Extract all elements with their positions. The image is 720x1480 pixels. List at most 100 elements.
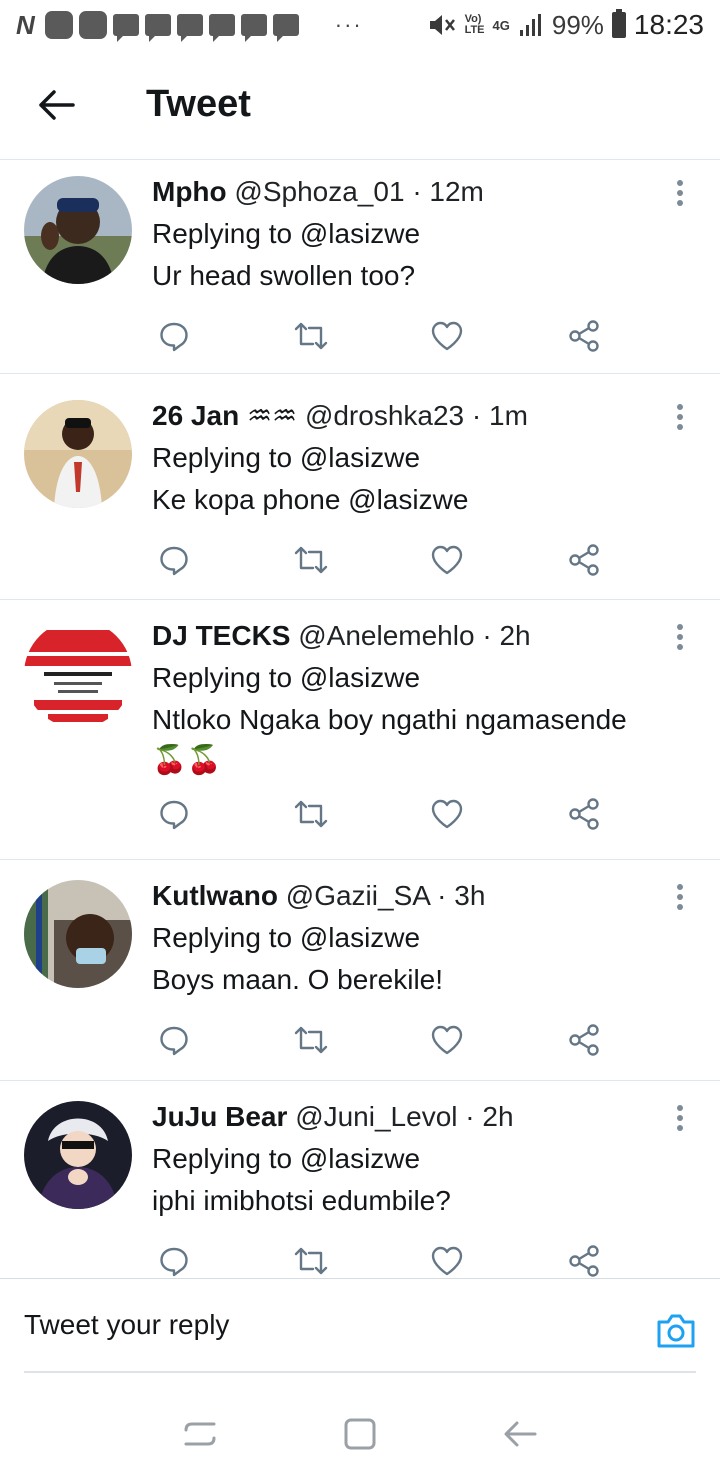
share-icon bbox=[569, 798, 599, 830]
retweet-button[interactable] bbox=[291, 540, 331, 580]
more-notifications-icon: ··· bbox=[334, 12, 363, 37]
cherries-emoji: 🍒🍒 bbox=[152, 744, 222, 775]
like-button[interactable] bbox=[427, 540, 467, 580]
tweet-header: Mpho @Sphoza_01 · 12m bbox=[152, 176, 660, 208]
reply-icon bbox=[160, 546, 188, 576]
display-name[interactable]: DJ TECKS bbox=[152, 620, 290, 651]
reply-icon bbox=[160, 1026, 188, 1056]
more-options-button[interactable] bbox=[668, 400, 692, 434]
recent-apps-button[interactable] bbox=[170, 1404, 230, 1464]
like-button[interactable] bbox=[427, 1020, 467, 1060]
tweet-actions bbox=[152, 540, 604, 580]
battery-percent: 99% bbox=[551, 9, 604, 40]
retweet-button[interactable] bbox=[291, 1020, 331, 1060]
replying-to[interactable]: Replying to @lasizwe bbox=[152, 1143, 660, 1175]
tweet-body: DJ TECKS @Anelemehlo · 2h Replying to @l… bbox=[152, 620, 720, 859]
tweet-actions bbox=[152, 1241, 604, 1278]
heart-icon bbox=[432, 1025, 463, 1055]
replying-to[interactable]: Replying to @lasizwe bbox=[152, 662, 660, 694]
volte-indicator: Vo) LTE bbox=[464, 13, 485, 36]
status-bar: N ··· Vo) LTE 4G 99% 18:23 bbox=[0, 0, 720, 50]
heart-icon bbox=[432, 1246, 463, 1276]
avatar[interactable] bbox=[24, 1101, 132, 1209]
reply-button[interactable] bbox=[154, 316, 194, 356]
avatar-image bbox=[24, 880, 132, 988]
reply-button[interactable] bbox=[154, 1020, 194, 1060]
share-button[interactable] bbox=[564, 794, 604, 834]
network-type-indicator: 4G bbox=[492, 17, 510, 33]
tweet-header: JuJu Bear @Juni_Levol · 2h bbox=[152, 1101, 660, 1133]
avatar-image bbox=[24, 1101, 132, 1209]
more-options-button[interactable] bbox=[668, 176, 692, 210]
app-notification-icon bbox=[78, 11, 107, 39]
tweet[interactable]: Mpho @Sphoza_01 · 12m Replying to @lasiz… bbox=[0, 160, 720, 374]
display-name[interactable]: Mpho bbox=[152, 176, 227, 207]
message-notification-icon bbox=[144, 14, 171, 42]
retweet-button[interactable] bbox=[291, 316, 331, 356]
replying-to[interactable]: Replying to @lasizwe bbox=[152, 442, 660, 474]
user-handle[interactable]: @droshka23 bbox=[305, 400, 464, 431]
share-button[interactable] bbox=[564, 1241, 604, 1278]
avatar[interactable] bbox=[24, 176, 132, 284]
message-notification-icon bbox=[208, 14, 235, 42]
display-name[interactable]: 26 Jan ♒♒ bbox=[152, 400, 297, 431]
tweet[interactable]: DJ TECKS @Anelemehlo · 2h Replying to @l… bbox=[0, 600, 720, 860]
tweet-text-line: Ntloko Ngaka boy ngathi ngamasende bbox=[152, 704, 627, 735]
like-button[interactable] bbox=[427, 794, 467, 834]
user-handle[interactable]: @Anelemehlo bbox=[298, 620, 474, 651]
tweet-actions bbox=[152, 1020, 604, 1060]
tweet-body: Kutlwano @Gazii_SA · 3h Replying to @las… bbox=[152, 880, 720, 1080]
tweet[interactable]: JuJu Bear @Juni_Levol · 2h Replying to @… bbox=[0, 1081, 720, 1278]
camera-button[interactable] bbox=[654, 1309, 698, 1353]
signal-icon bbox=[519, 14, 541, 36]
reply-button[interactable] bbox=[154, 1241, 194, 1278]
retweet-button[interactable] bbox=[291, 1241, 331, 1278]
back-button[interactable] bbox=[0, 50, 112, 160]
user-handle[interactable]: @Sphoza_01 bbox=[234, 176, 404, 207]
tweet-text: iphi imibhotsi edumbile? bbox=[152, 1185, 451, 1216]
avatar[interactable] bbox=[24, 620, 132, 728]
share-button[interactable] bbox=[564, 1020, 604, 1060]
display-name[interactable]: JuJu Bear bbox=[152, 1101, 287, 1132]
more-options-button[interactable] bbox=[668, 1101, 692, 1135]
page-title: Tweet bbox=[146, 83, 251, 125]
avatar-image bbox=[24, 400, 132, 508]
share-button[interactable] bbox=[564, 316, 604, 356]
replying-to[interactable]: Replying to @lasizwe bbox=[152, 218, 660, 250]
tweet-time: · 2h bbox=[482, 620, 531, 651]
message-notification-icon bbox=[240, 14, 267, 42]
avatar[interactable] bbox=[24, 880, 132, 988]
avatar[interactable] bbox=[24, 400, 132, 508]
share-icon bbox=[569, 544, 599, 576]
reply-button[interactable] bbox=[154, 794, 194, 834]
user-handle[interactable]: @Juni_Levol bbox=[295, 1101, 457, 1132]
share-icon bbox=[569, 1245, 599, 1277]
tweet-actions bbox=[152, 316, 604, 356]
battery-icon bbox=[611, 9, 626, 38]
reply-button[interactable] bbox=[154, 540, 194, 580]
clock: 18:23 bbox=[633, 9, 704, 40]
recent-apps-icon bbox=[184, 1422, 216, 1446]
message-notification-icon bbox=[272, 14, 299, 42]
user-handle[interactable]: @Gazii_SA bbox=[286, 880, 430, 911]
reply-input[interactable]: Tweet your reply bbox=[24, 1279, 696, 1373]
display-name[interactable]: Kutlwano bbox=[152, 880, 278, 911]
tweet-header: Kutlwano @Gazii_SA · 3h bbox=[152, 880, 660, 912]
more-options-button[interactable] bbox=[668, 880, 692, 914]
home-button[interactable] bbox=[330, 1404, 390, 1464]
retweet-icon bbox=[294, 1247, 327, 1275]
share-button[interactable] bbox=[564, 540, 604, 580]
back-nav-button[interactable] bbox=[490, 1404, 550, 1464]
notification-icons: N ··· bbox=[16, 10, 363, 42]
retweet-button[interactable] bbox=[291, 794, 331, 834]
replying-to[interactable]: Replying to @lasizwe bbox=[152, 922, 660, 954]
tweet-header: DJ TECKS @Anelemehlo · 2h bbox=[152, 620, 660, 652]
more-options-button[interactable] bbox=[668, 620, 692, 654]
tweet[interactable]: Kutlwano @Gazii_SA · 3h Replying to @las… bbox=[0, 860, 720, 1081]
replies-feed[interactable]: Mpho @Sphoza_01 · 12m Replying to @lasiz… bbox=[0, 160, 720, 1278]
retweet-icon bbox=[294, 800, 327, 828]
retweet-icon bbox=[294, 322, 327, 350]
tweet[interactable]: 26 Jan ♒♒ @droshka23 · 1m Replying to @l… bbox=[0, 374, 720, 600]
like-button[interactable] bbox=[427, 316, 467, 356]
like-button[interactable] bbox=[427, 1241, 467, 1278]
